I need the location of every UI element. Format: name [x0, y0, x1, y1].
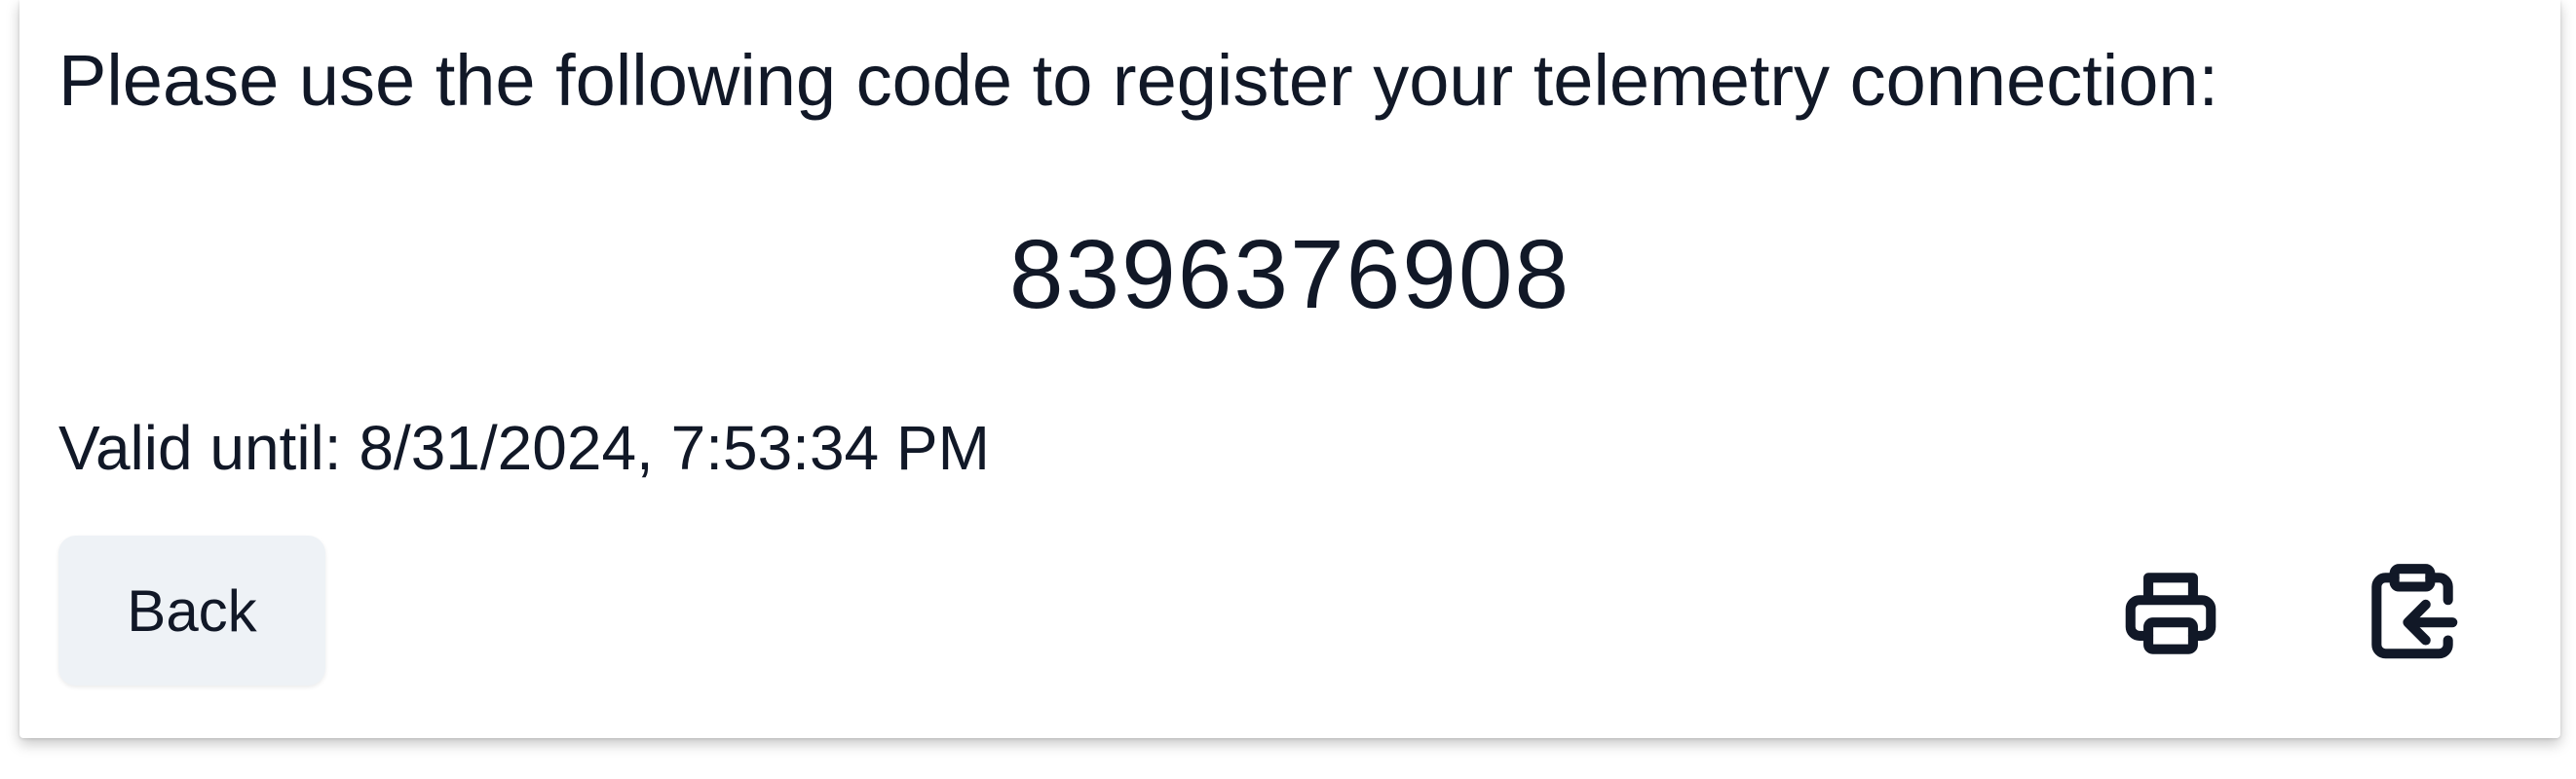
registration-code: 8396376908: [1008, 220, 1572, 329]
clipboard-copy-icon: [2371, 564, 2458, 659]
printer-icon: [2125, 573, 2216, 654]
registration-card: Please use the following code to registe…: [19, 0, 2560, 738]
copy-to-clipboard-button[interactable]: [2344, 545, 2481, 682]
back-button[interactable]: Back: [58, 536, 325, 686]
instruction-text: Please use the following code to registe…: [58, 40, 2219, 121]
valid-until-text: Valid until: 8/31/2024, 7:53:34 PM: [58, 413, 990, 483]
print-button[interactable]: [2102, 545, 2239, 682]
